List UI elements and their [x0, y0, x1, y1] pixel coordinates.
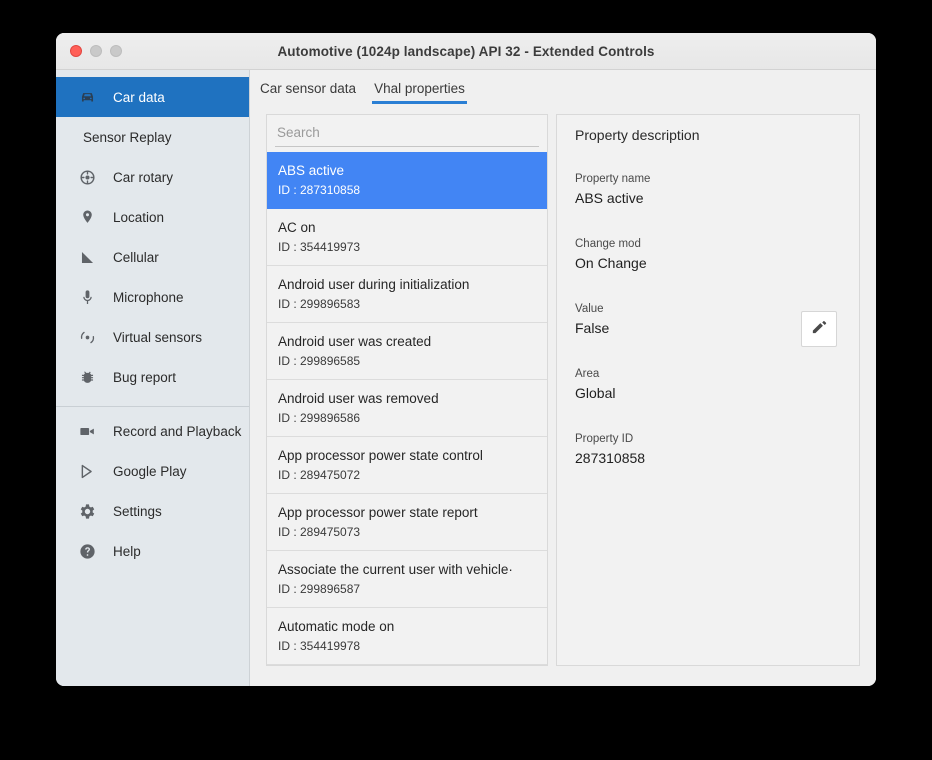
- field-label: Area: [575, 366, 841, 382]
- tab-vhal-properties[interactable]: Vhal properties: [372, 81, 467, 104]
- edit-value-button[interactable]: [801, 311, 837, 347]
- window-body: Car data Sensor Replay Car rotary: [56, 70, 876, 686]
- property-id: ID : 299896586: [278, 409, 536, 427]
- property-list-pane: ABS active ID : 287310858 AC on ID : 354…: [266, 114, 548, 666]
- search-container: [267, 115, 547, 147]
- sidebar-item-help[interactable]: Help: [56, 531, 249, 571]
- property-id: ID : 354419973: [278, 238, 536, 256]
- property-id: ID : 299896585: [278, 352, 536, 370]
- list-item[interactable]: App processor power state report ID : 28…: [267, 494, 547, 551]
- location-pin-icon: [78, 208, 97, 227]
- sidebar-item-google-play[interactable]: Google Play: [56, 451, 249, 491]
- tab-car-sensor-data[interactable]: Car sensor data: [258, 81, 358, 104]
- field-value: On Change: [575, 253, 841, 274]
- list-item[interactable]: App processor power state control ID : 2…: [267, 437, 547, 494]
- sidebar-item-label: Bug report: [113, 370, 176, 385]
- gear-icon: [78, 502, 97, 521]
- virtual-sensors-icon: [78, 328, 97, 347]
- sidebar-item-label: Virtual sensors: [113, 330, 202, 345]
- extended-controls-window: Automotive (1024p landscape) API 32 - Ex…: [56, 33, 876, 686]
- sidebar-item-virtual-sensors[interactable]: Virtual sensors: [56, 317, 249, 357]
- window-controls: [56, 45, 122, 57]
- search-input[interactable]: [275, 121, 539, 147]
- sidebar-item-label: Record and Playback: [113, 424, 241, 439]
- field-value: 287310858: [575, 448, 841, 469]
- sidebar-item-microphone[interactable]: Microphone: [56, 277, 249, 317]
- field-area: Area Global: [575, 366, 841, 404]
- property-name: Android user was created: [278, 332, 536, 351]
- sidebar-item-label: Help: [113, 544, 141, 559]
- close-button[interactable]: [70, 45, 82, 57]
- property-name: Automatic mode on: [278, 617, 536, 636]
- sidebar-item-label: Sensor Replay: [83, 130, 172, 145]
- sidebar-item-label: Location: [113, 210, 164, 225]
- sidebar-item-cellular[interactable]: Cellular: [56, 237, 249, 277]
- property-name: App processor power state report: [278, 503, 536, 522]
- main-content: Car sensor data Vhal properties ABS acti…: [250, 70, 876, 686]
- sidebar-item-sensor-replay[interactable]: Sensor Replay: [56, 117, 249, 157]
- field-label: Change mod: [575, 236, 841, 252]
- list-item[interactable]: Automatic mode on ID : 354419978: [267, 608, 547, 665]
- list-item[interactable]: Android user was created ID : 299896585: [267, 323, 547, 380]
- list-item[interactable]: Android user during initialization ID : …: [267, 266, 547, 323]
- sidebar: Car data Sensor Replay Car rotary: [56, 70, 250, 686]
- property-id: ID : 289475073: [278, 523, 536, 541]
- list-item[interactable]: Android user was removed ID : 299896586: [267, 380, 547, 437]
- property-description-pane: Property description Property name ABS a…: [556, 114, 860, 666]
- property-name: ABS active: [278, 161, 536, 180]
- google-play-icon: [78, 462, 97, 481]
- microphone-icon: [78, 288, 97, 307]
- sidebar-item-label: Settings: [113, 504, 162, 519]
- list-item[interactable]: ABS active ID : 287310858: [267, 152, 547, 209]
- field-change-mod: Change mod On Change: [575, 236, 841, 274]
- sidebar-item-label: Car data: [113, 90, 165, 105]
- property-name: Android user was removed: [278, 389, 536, 408]
- field-value: ABS active: [575, 188, 841, 209]
- sidebar-item-label: Car rotary: [113, 170, 173, 185]
- car-icon: [78, 88, 97, 107]
- content-panes: ABS active ID : 287310858 AC on ID : 354…: [250, 104, 876, 686]
- tab-bar: Car sensor data Vhal properties: [250, 70, 876, 104]
- field-label: Property ID: [575, 431, 841, 447]
- property-id: ID : 299896583: [278, 295, 536, 313]
- property-id: ID : 289475072: [278, 466, 536, 484]
- minimize-button[interactable]: [90, 45, 102, 57]
- sidebar-item-label: Microphone: [113, 290, 184, 305]
- property-name: Associate the current user with vehicle·: [278, 560, 536, 579]
- help-circle-icon: [78, 542, 97, 561]
- sidebar-divider: [56, 406, 249, 407]
- cellular-signal-icon: [78, 248, 97, 267]
- title-bar: Automotive (1024p landscape) API 32 - Ex…: [56, 33, 876, 70]
- sidebar-item-label: Google Play: [113, 464, 187, 479]
- list-item[interactable]: Associate the current user with vehicle·…: [267, 551, 547, 608]
- property-name: Android user during initialization: [278, 275, 536, 294]
- field-value: Global: [575, 383, 841, 404]
- video-camera-icon: [78, 422, 97, 441]
- pencil-icon: [810, 317, 829, 341]
- property-id: ID : 299896587: [278, 580, 536, 598]
- sidebar-item-car-rotary[interactable]: Car rotary: [56, 157, 249, 197]
- list-item[interactable]: AC on ID : 354419973: [267, 209, 547, 266]
- property-description-title: Property description: [575, 127, 841, 143]
- sidebar-item-car-data[interactable]: Car data: [56, 77, 249, 117]
- property-id: ID : 287310858: [278, 181, 536, 199]
- property-list[interactable]: ABS active ID : 287310858 AC on ID : 354…: [267, 152, 547, 665]
- bug-icon: [78, 368, 97, 387]
- property-name: App processor power state control: [278, 446, 536, 465]
- rotary-icon: [78, 168, 97, 187]
- sidebar-item-record-and-playback[interactable]: Record and Playback: [56, 411, 249, 451]
- field-label: Property name: [575, 171, 841, 187]
- property-id: ID : 354419978: [278, 637, 536, 655]
- sidebar-item-location[interactable]: Location: [56, 197, 249, 237]
- property-name: AC on: [278, 218, 536, 237]
- sidebar-item-label: Cellular: [113, 250, 159, 265]
- sidebar-item-bug-report[interactable]: Bug report: [56, 357, 249, 397]
- sidebar-item-settings[interactable]: Settings: [56, 491, 249, 531]
- field-property-id: Property ID 287310858: [575, 431, 841, 469]
- maximize-button[interactable]: [110, 45, 122, 57]
- window-title: Automotive (1024p landscape) API 32 - Ex…: [56, 44, 876, 59]
- field-property-name: Property name ABS active: [575, 171, 841, 209]
